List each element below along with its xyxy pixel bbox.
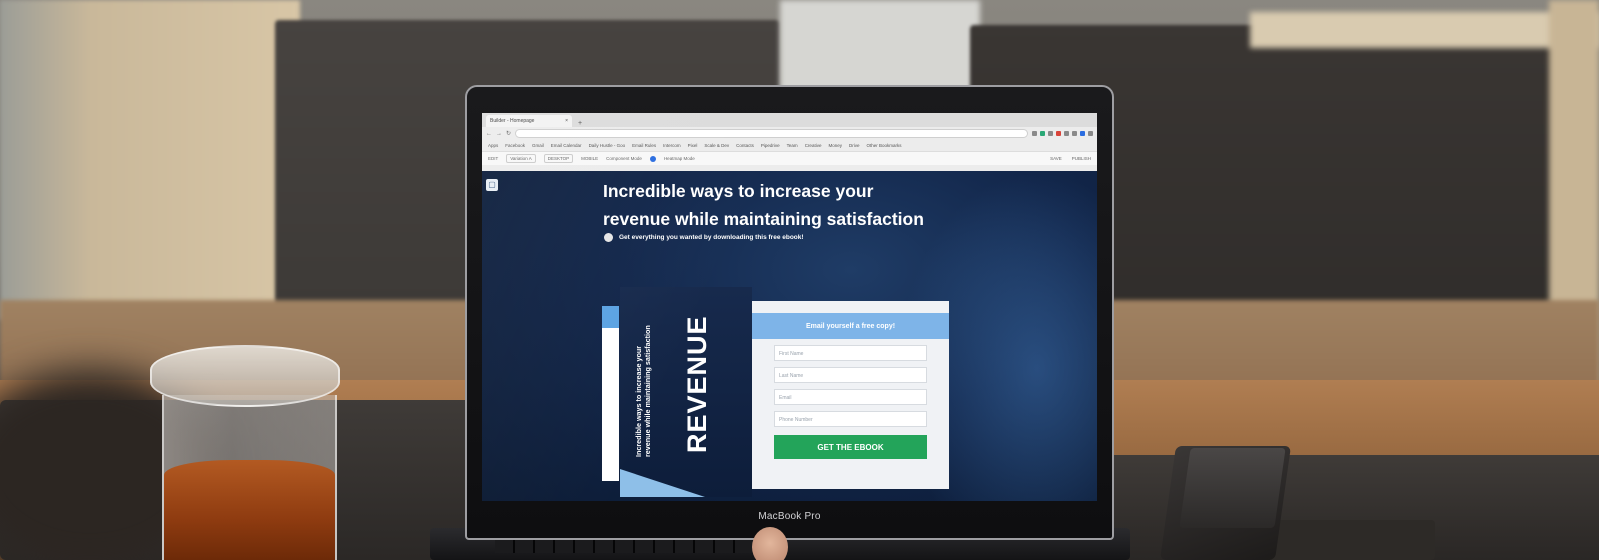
subheadline: Get everything you wanted by downloading… [604, 233, 804, 242]
book-accent [620, 469, 705, 497]
book-subtitle: Incredible ways to increase your revenue… [634, 325, 652, 457]
headline-line: revenue while maintaining satisfaction [603, 209, 924, 229]
bookmark[interactable]: Intercom [663, 143, 681, 148]
back-icon[interactable]: ← [486, 131, 492, 137]
browser-chrome: Builder - Homepage × + ← → ↻ Apps Facebo… [482, 113, 1097, 171]
browser-tab[interactable]: Builder - Homepage × [486, 115, 572, 127]
close-icon[interactable]: × [565, 118, 568, 124]
extension-icon[interactable] [1056, 131, 1061, 136]
heatmap-mode-toggle[interactable]: Heatmap Mode [664, 156, 695, 161]
bookmark[interactable]: Gmail [532, 143, 544, 148]
extension-icon[interactable] [1064, 131, 1069, 136]
first-name-field[interactable]: First Name [774, 345, 927, 361]
last-name-field[interactable]: Last Name [774, 367, 927, 383]
finger [752, 527, 788, 560]
bookmark[interactable]: Drive [849, 143, 860, 148]
bookmark[interactable]: Contacts [736, 143, 754, 148]
extension-icons [1032, 131, 1093, 136]
background-wall [0, 0, 300, 320]
bookmark[interactable]: Email Calendar [551, 143, 582, 148]
address-row: ← → ↻ [482, 127, 1097, 140]
glass-jar [150, 345, 350, 560]
bookmark[interactable]: Email Rules [632, 143, 656, 148]
laptop: Builder - Homepage × + ← → ↻ Apps Facebo… [465, 85, 1114, 540]
ebook-cover: Incredible ways to increase your revenue… [620, 287, 752, 497]
component-mode-toggle[interactable]: Component Mode [606, 156, 642, 161]
headline-line: Incredible ways to increase your [603, 181, 874, 201]
signup-form: Email yourself a free copy! First Name L… [752, 301, 949, 489]
bookmark[interactable]: Scale & Dev [704, 143, 729, 148]
variation-select[interactable]: Variation A [506, 154, 536, 163]
headline: Incredible ways to increase your revenue… [603, 177, 983, 233]
chat-icon[interactable]: ▢ [486, 179, 498, 191]
bookmark[interactable]: Apps [488, 143, 498, 148]
bookmark[interactable]: Other Bookmarks [866, 143, 901, 148]
get-ebook-button[interactable]: GET THE EBOOK [774, 435, 927, 459]
publish-button[interactable]: PUBLISH [1072, 156, 1091, 161]
phone-field[interactable]: Phone Number [774, 411, 927, 427]
bookmark[interactable]: Pixel [688, 143, 698, 148]
extension-icon[interactable] [1088, 131, 1093, 136]
extension-icon[interactable] [1040, 131, 1045, 136]
landing-page: ▢ Incredible ways to increase your reven… [482, 171, 1097, 501]
address-bar[interactable] [515, 129, 1028, 138]
new-tab-button[interactable]: + [578, 120, 582, 127]
photo-scene: Builder - Homepage × + ← → ↻ Apps Facebo… [0, 0, 1599, 560]
book-accent [602, 306, 619, 328]
bookmark[interactable]: Team [787, 143, 798, 148]
tab-title: Builder - Homepage [490, 118, 535, 124]
laptop-screen: Builder - Homepage × + ← → ↻ Apps Facebo… [482, 113, 1097, 501]
black-device-top [1179, 448, 1286, 528]
iced-tea [164, 460, 335, 560]
laptop-brand: MacBook Pro [758, 511, 821, 522]
editor-toolbar: EDIT Variation A DESKTOP MOBILE Componen… [482, 151, 1097, 165]
bookmark[interactable]: Pipedrive [761, 143, 780, 148]
jar-rim [150, 345, 340, 407]
save-button[interactable]: SAVE [1050, 156, 1062, 161]
background-shelf [1250, 12, 1599, 48]
toggle-switch-icon[interactable] [649, 155, 656, 162]
desktop-toggle[interactable]: DESKTOP [543, 154, 574, 163]
bookmarks-bar: Apps Facebook Gmail Email Calendar Daily… [482, 140, 1097, 151]
bookmark[interactable]: Creative [805, 143, 822, 148]
extension-icon[interactable] [1032, 131, 1037, 136]
email-field[interactable]: Email [774, 389, 927, 405]
book-title: REVENUE [682, 315, 712, 453]
extension-icon[interactable] [1048, 131, 1053, 136]
bookmark[interactable]: Daily Hustle - Goo [589, 143, 626, 148]
extension-icon[interactable] [1080, 131, 1085, 136]
extension-icon[interactable] [1072, 131, 1077, 136]
edit-label: EDIT [488, 156, 499, 161]
forward-icon[interactable]: → [496, 131, 502, 137]
checkbox-icon [604, 233, 613, 242]
mobile-toggle[interactable]: MOBILE [581, 156, 598, 161]
book-subtitle-line: Incredible ways to increase your [634, 345, 643, 457]
bookmark[interactable]: Facebook [505, 143, 525, 148]
tab-strip: Builder - Homepage × + [482, 113, 1097, 127]
subheadline-text: Get everything you wanted by downloading… [619, 234, 804, 241]
book-subtitle-line: revenue while maintaining satisfaction [643, 325, 652, 457]
reload-icon[interactable]: ↻ [506, 130, 511, 137]
bookmark[interactable]: Money [828, 143, 842, 148]
form-heading: Email yourself a free copy! [752, 313, 949, 339]
book-back-cover [602, 306, 619, 481]
